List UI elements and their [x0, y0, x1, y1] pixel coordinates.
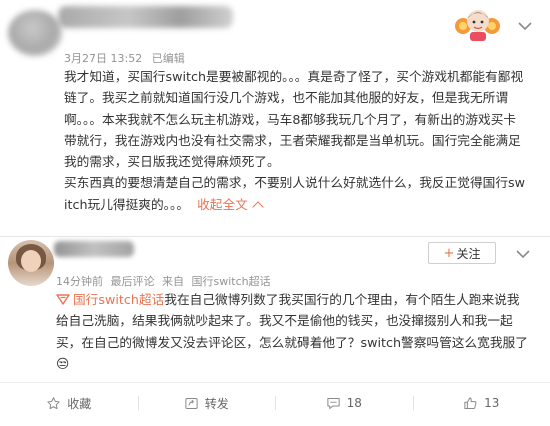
- author-name-blurred[interactable]: [58, 6, 233, 28]
- post-date[interactable]: 3月27日 13:52: [64, 52, 142, 65]
- follow-label: 关注: [456, 246, 481, 261]
- like-button[interactable]: 13: [412, 386, 550, 420]
- repost-icon: [185, 397, 198, 409]
- author-avatar-blurred[interactable]: [8, 10, 62, 56]
- repost-button[interactable]: 转发: [137, 386, 276, 420]
- follow-button[interactable]: + 关注: [428, 242, 496, 264]
- action-bar-divider: [0, 382, 550, 383]
- topic-tag-link[interactable]: 国行switch超话: [73, 292, 164, 307]
- post-paragraph: 我才知道，买国行switch是要被鄙视的。。。真是奇了怪了，买个游戏机都能有鄙视…: [64, 69, 524, 170]
- post-time[interactable]: 14分钟前: [56, 275, 103, 288]
- collapse-link[interactable]: 收起全文: [189, 197, 264, 213]
- decorative-badge-icon: [455, 10, 500, 41]
- edited-label[interactable]: 已编辑: [152, 52, 185, 65]
- plus-icon: +: [443, 245, 455, 261]
- favorite-button[interactable]: 收藏: [0, 386, 138, 420]
- post-body: 国行switch超话我在自己微博列数了我买国行的几个理由，有个陌生人跑来说我给自…: [56, 289, 531, 374]
- favorite-label: 收藏: [67, 396, 92, 411]
- source-prefix: 来自: [162, 275, 184, 288]
- caret-up-icon: [252, 201, 264, 213]
- post-body: 我才知道，买国行switch是要被鄙视的。。。真是奇了怪了，买个游戏机都能有鄙视…: [64, 66, 526, 215]
- like-count: 13: [484, 396, 500, 410]
- post-meta: 14分钟前 最后评论 来自 国行switch超话: [56, 273, 275, 289]
- super-topic-icon: [56, 294, 70, 305]
- post-divider: [0, 236, 550, 237]
- chevron-down-icon[interactable]: [515, 248, 531, 260]
- chevron-down-icon[interactable]: [517, 20, 533, 32]
- last-comment-label: 最后评论: [110, 275, 155, 288]
- comment-icon: [326, 397, 340, 409]
- comment-count: 18: [346, 396, 362, 410]
- author-name-blurred[interactable]: [54, 241, 134, 257]
- repost-label: 转发: [204, 396, 229, 411]
- action-bar: 收藏 转发 18 13: [0, 386, 550, 420]
- comment-button[interactable]: 18: [275, 386, 413, 420]
- post-paragraph-last: 买东西真的要想清楚自己的需求，不要别人说什么好就选什么，我反正觉得国行switc…: [64, 175, 526, 213]
- post-meta: 3月27日 13:52 已编辑: [64, 50, 191, 66]
- star-icon: [47, 396, 60, 409]
- thumbs-up-icon: [464, 396, 477, 409]
- avatar[interactable]: [8, 240, 54, 286]
- source-link[interactable]: 国行switch超话: [192, 275, 271, 288]
